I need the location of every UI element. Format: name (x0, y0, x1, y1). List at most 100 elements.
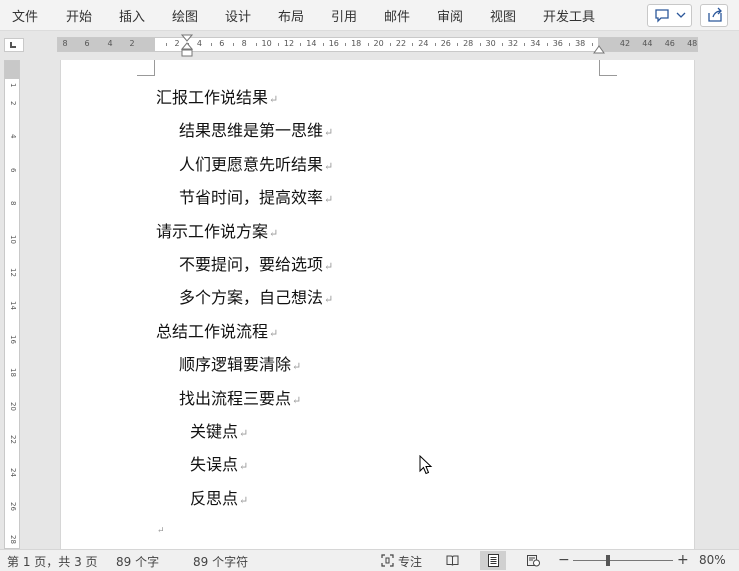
ruler-number: 4 (196, 39, 202, 48)
ruler-tick (479, 43, 481, 46)
document-paragraph[interactable]: 反思点↵ (190, 485, 248, 509)
print-layout-icon[interactable] (487, 554, 500, 567)
menu-item[interactable]: 视图 (490, 6, 516, 25)
share-icon (708, 7, 722, 22)
empty-paragraph[interactable]: ↵ (156, 518, 165, 537)
comments-button[interactable] (647, 4, 692, 27)
paragraph-mark-icon: ↵ (324, 126, 334, 140)
ruler-tick (367, 43, 369, 46)
zoom-in-button[interactable]: + (677, 552, 689, 568)
ruler-number: 30 (485, 39, 496, 48)
document-paragraph[interactable]: 找出流程三要点↵ (179, 385, 301, 409)
tab-selector[interactable] (4, 38, 24, 52)
document-paragraph[interactable]: 总结工作说流程↵ (156, 318, 278, 342)
paragraph-mark-icon: ↵ (239, 427, 249, 440)
ruler-tick (278, 43, 279, 46)
vruler-number: 10 (9, 234, 17, 244)
ruler-number: 4 (107, 39, 113, 48)
ruler-tick (233, 43, 235, 46)
ruler-tick (546, 43, 548, 46)
paragraph-text: 关键点 (190, 422, 239, 441)
ruler-tick (502, 43, 503, 46)
paragraph-text: 不要提问，要给选项 (179, 255, 324, 274)
document-paragraph[interactable]: 多个方案，自己想法↵ (179, 284, 333, 308)
ruler-number: 8 (241, 39, 247, 48)
paragraph-mark-icon: ↵ (292, 360, 302, 374)
page-count[interactable]: 第 1 页，共 3 页 (7, 553, 98, 570)
read-mode-icon[interactable] (446, 554, 459, 567)
ruler-number: 8 (62, 39, 68, 48)
ruler-tick (390, 43, 391, 46)
char-count[interactable]: 89 个字符 (193, 553, 248, 570)
zoom-level[interactable]: 80% (699, 553, 726, 567)
ruler-tick (569, 43, 571, 46)
menu-item[interactable]: 引用 (331, 6, 357, 25)
right-indent-marker-icon[interactable] (593, 44, 605, 54)
document-paragraph[interactable]: 不要提问，要给选项↵ (179, 251, 333, 275)
document-paragraph[interactable]: 关键点↵ (190, 418, 248, 442)
ruler-tick (457, 43, 459, 46)
menu-item[interactable]: 插入 (119, 6, 145, 25)
menu-item[interactable]: 邮件 (384, 6, 410, 25)
ruler-number: 24 (418, 39, 429, 48)
document-paragraph[interactable]: 人们更愿意先听结果↵ (179, 151, 333, 175)
crop-mark-right (599, 60, 617, 76)
paragraph-text: 反思点 (190, 488, 239, 508)
ruler-number: 14 (306, 39, 317, 48)
vruler-number: 8 (9, 201, 17, 206)
share-button[interactable] (700, 4, 728, 27)
ruler-tick (255, 43, 257, 46)
zoom-out-button[interactable]: − (558, 552, 570, 568)
left-tab-icon (10, 42, 16, 48)
indent-marker-icon[interactable] (181, 34, 193, 58)
vruler-number: 28 (9, 535, 17, 545)
vruler-number: 12 (9, 268, 17, 277)
ruler-number: 18 (351, 39, 362, 48)
paragraph-mark-icon: ↵ (269, 93, 279, 106)
document-paragraph[interactable]: 节省时间，提高效率↵ (179, 184, 333, 208)
menu-item[interactable]: 开发工具 (543, 6, 595, 25)
zoom-slider-track[interactable] (573, 560, 673, 561)
paragraph-mark-icon: ↵ (269, 326, 279, 340)
document-page[interactable]: 汇报工作说结果↵ 结果思维是第一思维↵ 人们更愿意先听结果↵ 节省时间，提高效率↵ 请示… (60, 60, 695, 549)
menu-item[interactable]: 绘图 (172, 6, 198, 25)
menu-item[interactable]: 布局 (278, 6, 304, 25)
web-layout-icon[interactable] (527, 554, 540, 567)
menu-item[interactable]: 审阅 (437, 6, 463, 25)
focus-label[interactable]: 专注 (398, 553, 422, 570)
crop-mark-left (137, 60, 155, 76)
document-paragraph[interactable]: 汇报工作说结果↵ (156, 84, 278, 108)
document-paragraph[interactable]: 顺序逻辑要清除↵ (179, 351, 301, 375)
ruler-tick (412, 43, 414, 46)
paragraph-text: 找出流程三要点 (179, 388, 292, 408)
ruler-tick (322, 43, 324, 46)
horizontal-ruler[interactable]: 8 6 4 2 2 4 6 8 10 12 14 16 18 20 22 24 26 28 30 32 34 36 38 42… (57, 34, 698, 57)
menu-item[interactable]: 文件 (12, 6, 38, 25)
zoom-slider-thumb[interactable] (606, 555, 610, 566)
menu-item[interactable]: 开始 (66, 6, 92, 25)
ruler-tick (434, 43, 436, 46)
vruler-number: 18 (9, 368, 17, 378)
ruler-number: 32 (507, 39, 519, 48)
focus-icon[interactable] (381, 554, 394, 567)
document-paragraph[interactable]: 失误点↵ (190, 451, 248, 475)
document-paragraph[interactable]: 结果思维是第一思维↵ (179, 117, 333, 141)
ruler-number: 2 (129, 39, 135, 48)
vruler-number: 26 (9, 501, 17, 511)
paragraph-mark-icon: ↵ (324, 293, 334, 307)
ruler-tick (300, 43, 302, 46)
paragraph-mark-icon: ↵ (292, 393, 302, 407)
paragraph-mark-icon: ↵ (239, 493, 249, 507)
ruler-number: 44 (642, 39, 653, 48)
paragraph-mark-icon: ↵ (157, 526, 165, 537)
paragraph-text: 失误点 (190, 455, 239, 475)
paragraph-text: 人们更愿意先听结果 (179, 154, 324, 174)
document-paragraph[interactable]: 请示工作说方案↵ (156, 218, 278, 242)
paragraph-text: 顺序逻辑要清除 (179, 355, 292, 375)
menu-item[interactable]: 设计 (225, 6, 251, 25)
ruler-top-margin (5, 61, 19, 79)
word-count[interactable]: 89 个字 (116, 553, 159, 570)
ruler-number: 16 (328, 39, 339, 48)
paragraph-text: 总结工作说流程 (156, 321, 269, 341)
vertical-ruler[interactable]: 1 2 4 6 8 10 12 14 16 18 20 22 24 26 28 (4, 60, 20, 549)
